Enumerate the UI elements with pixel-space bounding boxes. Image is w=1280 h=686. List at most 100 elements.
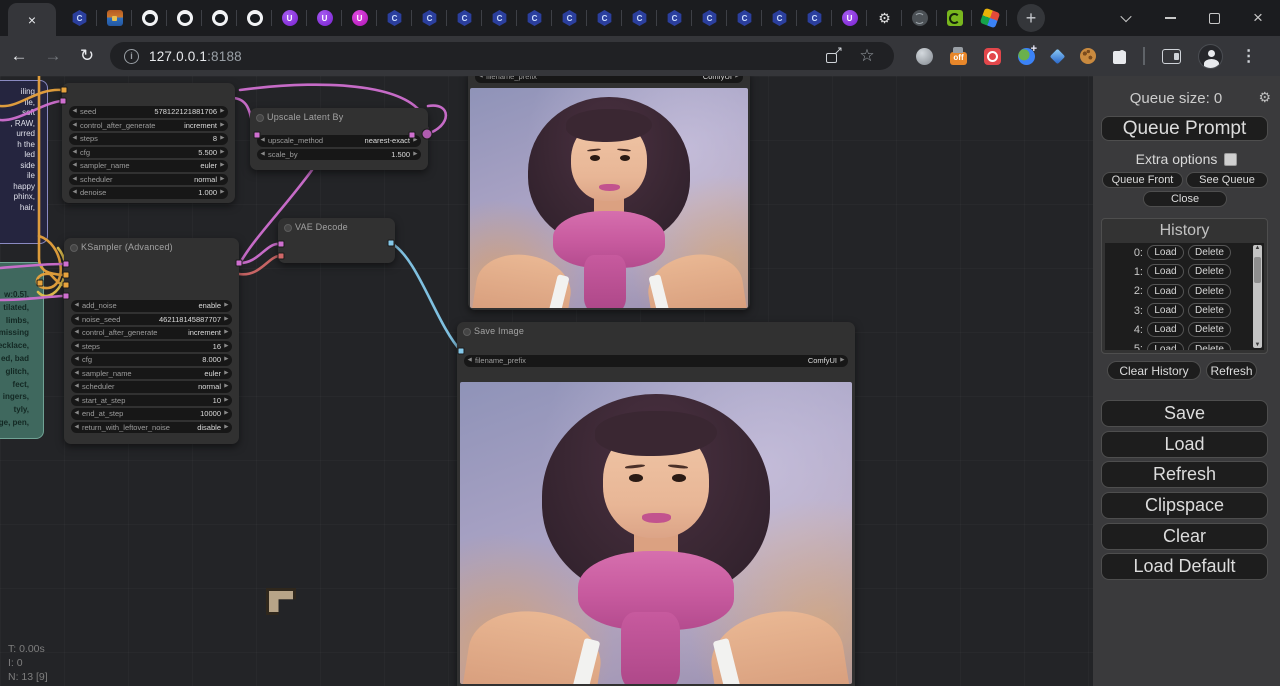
adblock-off-extension-icon[interactable] — [950, 52, 967, 65]
history-load-button[interactable]: Load — [1147, 245, 1184, 260]
pinned-tab-globe[interactable] — [902, 0, 937, 36]
address-bar[interactable]: i 127.0.0.1:8188 ☆ — [110, 42, 894, 70]
back-icon[interactable]: ← — [4, 41, 34, 71]
scrollbar-thumb[interactable] — [1254, 257, 1261, 283]
pinned-tab-comfy[interactable] — [482, 0, 517, 36]
save-button[interactable]: Save — [1101, 400, 1268, 427]
restore-window-icon[interactable] — [1206, 10, 1222, 26]
profile-avatar-icon[interactable] — [1198, 44, 1223, 69]
settings-gear-icon[interactable]: ⚙ — [1258, 89, 1271, 106]
load-button[interactable]: Load — [1101, 431, 1268, 458]
site-info-icon[interactable]: i — [124, 49, 139, 64]
history-load-button[interactable]: Load — [1147, 322, 1184, 337]
widget-steps[interactable]: steps8 — [69, 133, 228, 145]
see-queue-button[interactable]: See Queue — [1186, 172, 1268, 188]
widget-scheduler[interactable]: schedulernormal — [69, 174, 228, 186]
queue-prompt-button[interactable]: Queue Prompt — [1101, 116, 1268, 141]
widget-cfg[interactable]: cfg8.000 — [71, 354, 232, 366]
pinned-tab-settings[interactable] — [867, 0, 902, 36]
widget-end-at-step[interactable]: end_at_step10000 — [71, 408, 232, 420]
clear-button[interactable]: Clear — [1101, 523, 1268, 550]
pinned-tab-comfy[interactable] — [412, 0, 447, 36]
widget-steps[interactable]: steps16 — [71, 341, 232, 353]
node-title[interactable]: VAE Decode — [278, 218, 395, 235]
widget-sampler-name[interactable]: sampler_nameeuler — [71, 368, 232, 380]
pinned-tab-sourceforge[interactable] — [972, 0, 1007, 36]
save-image-node[interactable]: Save Image filename_prefixComfyUI — [457, 322, 855, 686]
pinned-tab-github[interactable] — [237, 0, 272, 36]
widget-seed[interactable]: seed578122121881706 — [69, 106, 228, 118]
history-load-button[interactable]: Load — [1147, 284, 1184, 299]
pinned-tab-ultralytics[interactable] — [342, 0, 377, 36]
pinned-tab-comfy[interactable] — [622, 0, 657, 36]
sphere-extension-icon[interactable] — [916, 48, 933, 65]
close-button[interactable]: Close — [1143, 191, 1227, 207]
pinned-tab-github[interactable] — [167, 0, 202, 36]
widget-scheduler[interactable]: schedulernormal — [71, 381, 232, 393]
tab-search-chevron-icon[interactable] — [1118, 10, 1134, 26]
side-panel-icon[interactable] — [1162, 49, 1181, 64]
widget-control-after-generate[interactable]: control_after_generateincrement — [71, 327, 232, 339]
queue-front-button[interactable]: Queue Front — [1102, 172, 1183, 188]
history-refresh-button[interactable]: Refresh — [1206, 361, 1257, 380]
pinned-tab-comfy[interactable] — [797, 0, 832, 36]
history-delete-button[interactable]: Delete — [1188, 322, 1231, 337]
history-delete-button[interactable]: Delete — [1188, 284, 1231, 299]
pinned-tab-comfy[interactable] — [657, 0, 692, 36]
diamond-extension-icon[interactable] — [1050, 48, 1066, 64]
widget-add-noise[interactable]: add_noiseenable — [71, 300, 232, 312]
load-default-button[interactable]: Load Default — [1101, 553, 1268, 580]
history-load-button[interactable]: Load — [1147, 264, 1184, 279]
share-icon[interactable] — [824, 47, 842, 65]
ksampler-advanced-node[interactable]: KSampler (Advanced) add_noiseenable nois… — [64, 238, 239, 444]
cookie-extension-icon[interactable] — [1080, 48, 1096, 64]
scroll-up-icon[interactable]: ▲ — [1253, 245, 1262, 251]
clipspace-button[interactable]: Clipspace — [1101, 492, 1268, 519]
widget-noise-seed[interactable]: noise_seed462118145887707 — [71, 314, 232, 326]
close-window-icon[interactable]: × — [1250, 10, 1266, 26]
vae-decode-node[interactable]: VAE Decode — [278, 218, 395, 263]
history-load-button[interactable]: Load — [1147, 303, 1184, 318]
history-delete-button[interactable]: Delete — [1188, 245, 1231, 260]
widget-filename-prefix[interactable]: filename_prefixComfyUI — [464, 355, 848, 367]
widget-start-at-step[interactable]: start_at_step10 — [71, 395, 232, 407]
minimize-icon[interactable] — [1162, 10, 1178, 26]
refresh-button[interactable]: Refresh — [1101, 461, 1268, 488]
pinned-tab-github[interactable] — [202, 0, 237, 36]
clear-history-button[interactable]: Clear History — [1107, 361, 1201, 380]
ring-extension-icon[interactable] — [984, 48, 1001, 65]
pinned-tab-comfy[interactable] — [447, 0, 482, 36]
pinned-tab-ultralytics[interactable] — [272, 0, 307, 36]
widget-filename-prefix[interactable]: filename_prefixComfyUI — [475, 76, 743, 83]
history-load-button[interactable]: Load — [1147, 342, 1184, 350]
history-scrollbar[interactable]: ▲ ▼ — [1253, 245, 1262, 348]
history-delete-button[interactable]: Delete — [1188, 264, 1231, 279]
widget-control-after-generate[interactable]: control_after_generateincrement — [69, 120, 228, 132]
ksampler-node[interactable]: seed578122121881706 control_after_genera… — [62, 83, 235, 203]
widget-sampler-name[interactable]: sampler_nameeuler — [69, 160, 228, 172]
pinned-tab-toolbox[interactable] — [97, 0, 132, 36]
pinned-tab-ultralytics[interactable] — [832, 0, 867, 36]
widget-upscale-method[interactable]: upscale_methodnearest-exact — [257, 135, 421, 147]
pinned-tab-comfy[interactable] — [692, 0, 727, 36]
pinned-tab-comfy[interactable] — [587, 0, 622, 36]
node-title[interactable]: KSampler (Advanced) — [64, 238, 239, 255]
pinned-tab-comfy[interactable] — [762, 0, 797, 36]
widget-cfg[interactable]: cfg5.500 — [69, 147, 228, 159]
pinned-tab-comfy[interactable] — [377, 0, 412, 36]
widget-denoise[interactable]: denoise1.000 — [69, 187, 228, 199]
pinned-tab-comfy[interactable] — [62, 0, 97, 36]
active-tab[interactable]: × — [8, 3, 56, 36]
url-text[interactable]: 127.0.0.1:8188 — [149, 49, 242, 64]
upscale-latent-node[interactable]: Upscale Latent By upscale_methodnearest-… — [250, 108, 428, 170]
history-delete-button[interactable]: Delete — [1188, 303, 1231, 318]
scroll-down-icon[interactable]: ▼ — [1253, 342, 1262, 348]
pinned-tab-comfy[interactable] — [552, 0, 587, 36]
pinned-tab-ultralytics[interactable] — [307, 0, 342, 36]
save-image-node-top[interactable]: filename_prefixComfyUI — [468, 76, 750, 310]
pinned-tab-github[interactable] — [132, 0, 167, 36]
reload-icon[interactable]: ↻ — [72, 41, 102, 71]
forward-icon[interactable]: → — [38, 41, 68, 71]
extensions-puzzle-icon[interactable] — [1113, 51, 1126, 64]
menu-kebab-icon[interactable]: ⋮ — [1240, 47, 1258, 65]
